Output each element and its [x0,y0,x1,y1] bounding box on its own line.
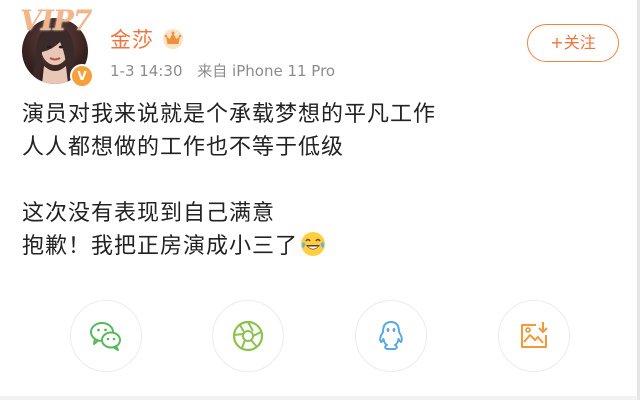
share-moments-button[interactable] [212,300,284,372]
share-bar [0,300,640,374]
divider [0,396,640,400]
follow-button[interactable]: +关注 [527,24,619,62]
verified-badge-icon: V [70,64,94,88]
username[interactable]: 金莎 [110,24,154,54]
vip-badge: VIP7 [20,4,92,37]
moments-icon [232,320,264,352]
post-line-text: 抱歉！我把正房演成小三了 [22,234,299,259]
post-source: 来自 iPhone 11 Pro [197,62,336,80]
save-image-button[interactable] [498,300,570,372]
share-qq-button[interactable] [355,300,427,372]
post-text: 演员对我来说就是个承载梦想的平凡工作 人人都想做的工作也不等于低级 这次没有表现… [22,98,622,263]
name-row: 金莎 [110,24,184,54]
laughing-crying-emoji-icon [301,232,326,256]
post-meta: 1-3 14:30 来自 iPhone 11 Pro [110,60,345,81]
post-line-with-emoji: 抱歉！我把正房演成小三了 [22,230,622,263]
post-line: 演员对我来说就是个承载梦想的平凡工作 [22,102,437,127]
wechat-icon [90,322,121,351]
qq-icon [379,321,403,350]
post-line: 这次没有表现到自己满意 [22,201,276,226]
post-timestamp: 1-3 14:30 [110,62,183,80]
save-image-icon [521,322,548,348]
share-wechat-button[interactable] [70,300,142,372]
crown-icon [163,29,183,49]
avatar[interactable]: VIP7 V [18,4,98,88]
post-line: 人人都想做的工作也不等于低级 [22,135,345,160]
weibo-post-page: VIP7 V 金莎 1-3 14:30 来自 iPhone 11 Pro +关注… [0,0,640,400]
